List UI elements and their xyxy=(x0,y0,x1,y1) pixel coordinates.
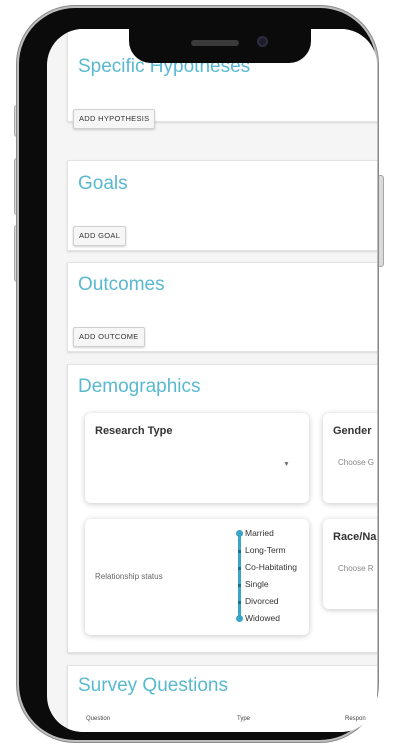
column-header-type: Type xyxy=(237,716,251,722)
survey-questions-title: Survey Questions xyxy=(78,675,228,696)
slider-tick xyxy=(238,550,241,553)
gender-placeholder: Choose G xyxy=(338,458,375,467)
race-placeholder: Choose R xyxy=(338,564,374,573)
add-outcome-button[interactable]: ADD OUTCOME xyxy=(73,327,145,347)
outcomes-title: Outcomes xyxy=(78,274,165,295)
phone-notch xyxy=(129,21,311,63)
column-header-response: Respon xyxy=(345,716,366,722)
front-camera-icon xyxy=(257,36,268,47)
outcomes-section: Outcomes ADD OUTCOME xyxy=(67,262,377,352)
survey-questions-section: Survey Questions xyxy=(67,665,377,732)
relationship-option[interactable]: Long-Term xyxy=(245,545,286,555)
relationship-status-card: Relationship status Married Long-Term Co… xyxy=(85,519,309,635)
add-goal-button[interactable]: ADD GOAL xyxy=(73,226,127,246)
relationship-slider-track[interactable] xyxy=(238,533,241,619)
demographics-section: Demographics Research Type ▼ Gender Choo… xyxy=(67,364,377,653)
demographics-title: Demographics xyxy=(78,376,201,397)
relationship-option[interactable]: Single xyxy=(245,579,269,589)
goals-section: Goals ADD GOAL xyxy=(67,160,377,251)
app-content: Specific Hypotheses ADD HYPOTHESIS Goals… xyxy=(47,29,377,732)
slider-tick xyxy=(238,584,241,587)
slider-tick xyxy=(238,601,241,604)
phone-frame: Specific Hypotheses ADD HYPOTHESIS Goals… xyxy=(19,8,377,740)
race-label: Race/Na xyxy=(333,531,377,543)
add-hypothesis-button[interactable]: ADD HYPOTHESIS xyxy=(73,109,156,129)
relationship-option[interactable]: Divorced xyxy=(245,596,279,606)
gender-label: Gender xyxy=(333,425,372,437)
race-select[interactable]: Race/Na Choose R xyxy=(323,519,377,609)
caret-down-icon[interactable]: ▼ xyxy=(283,461,290,468)
phone-screen: Specific Hypotheses ADD HYPOTHESIS Goals… xyxy=(47,29,377,732)
column-header-question: Question xyxy=(86,716,111,722)
relationship-status-label: Relationship status xyxy=(95,572,163,581)
relationship-option[interactable]: Married xyxy=(245,528,274,538)
goals-title: Goals xyxy=(78,173,128,194)
relationship-option[interactable]: Co-Habitating xyxy=(245,562,297,572)
relationship-slider-handle-top[interactable] xyxy=(236,530,243,537)
speaker-grille xyxy=(191,40,239,46)
gender-select[interactable]: Gender Choose G xyxy=(323,413,377,503)
research-type-select[interactable]: Research Type ▼ xyxy=(85,413,309,503)
relationship-option[interactable]: Widowed xyxy=(245,613,280,623)
slider-tick xyxy=(238,567,241,570)
power-button xyxy=(377,175,384,267)
relationship-slider-handle-bottom[interactable] xyxy=(236,615,243,622)
research-type-label: Research Type xyxy=(95,425,173,437)
